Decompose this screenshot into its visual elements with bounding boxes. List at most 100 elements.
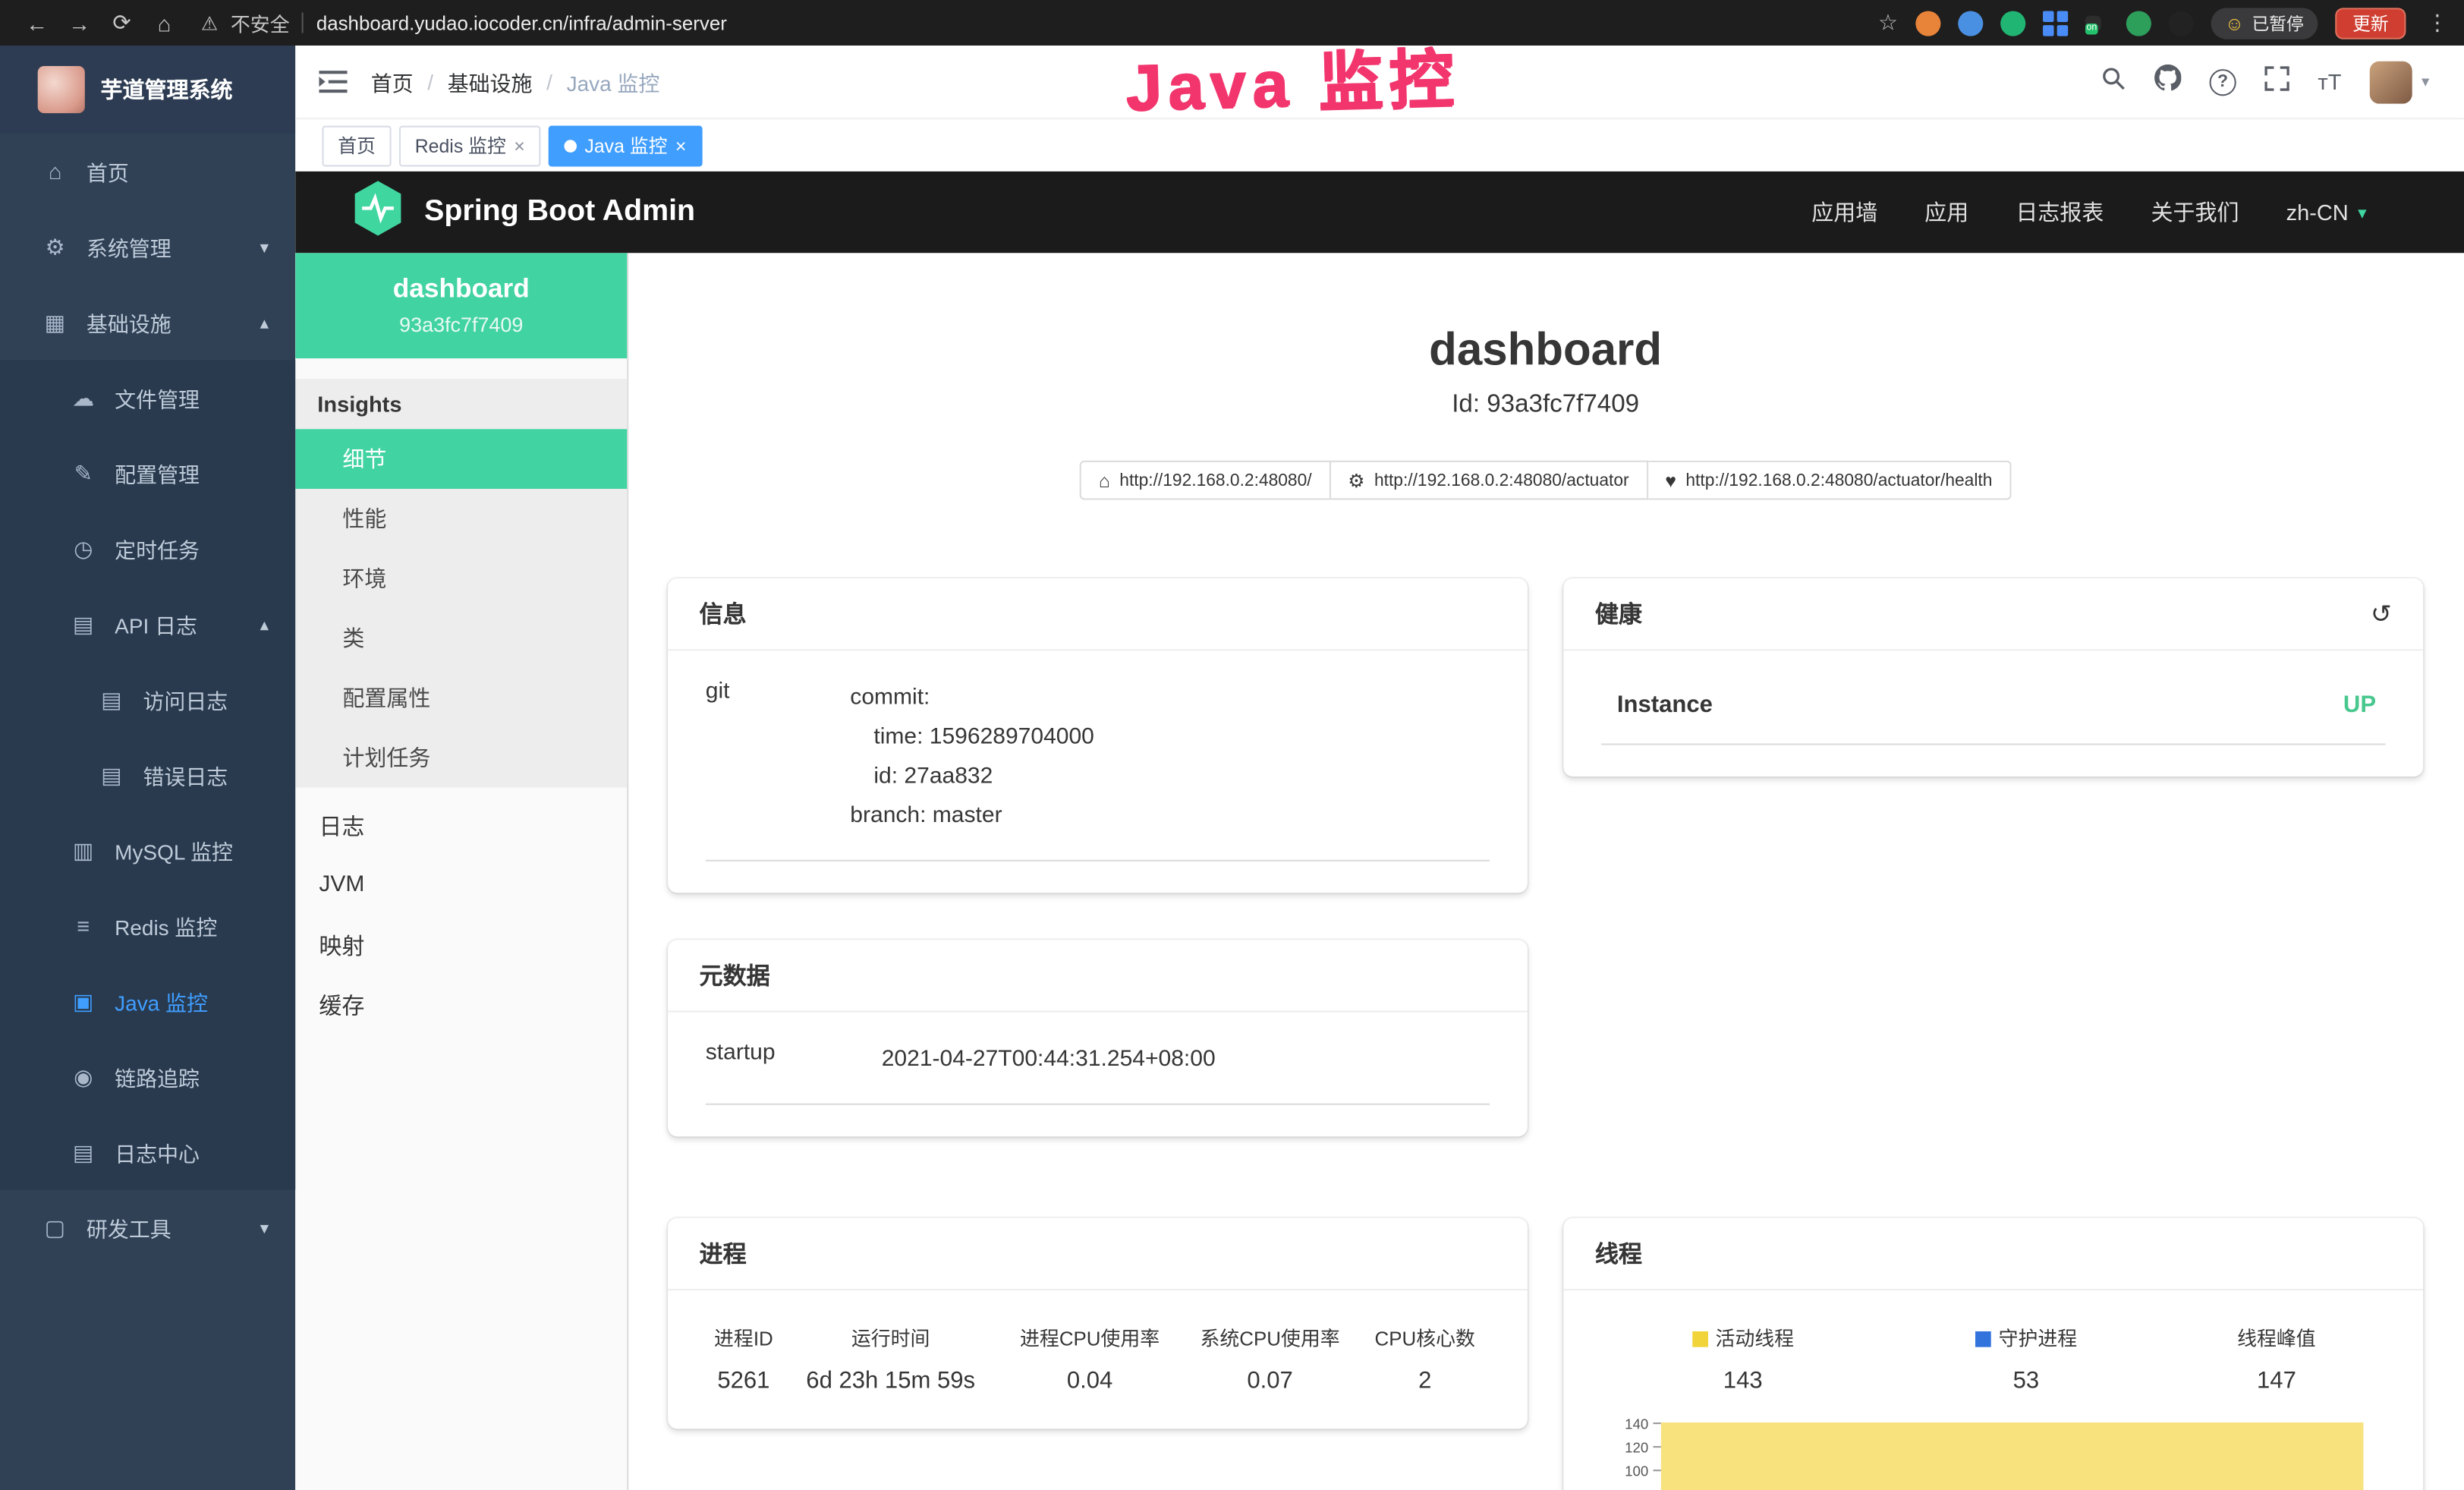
breadcrumb-infrastructure[interactable]: 基础设施 — [448, 66, 533, 97]
sba-item-jvm[interactable]: JVM — [295, 855, 627, 915]
github-icon[interactable] — [2154, 65, 2181, 99]
col-pid: 进程ID — [706, 1319, 782, 1368]
bookmark-star-icon[interactable]: ☆ — [1878, 9, 1898, 36]
sidebar-item-label: 访问日志 — [143, 684, 228, 715]
close-icon[interactable]: × — [514, 134, 525, 156]
threads-value-row: 143 53 147 — [1601, 1368, 2385, 1397]
extension-icon[interactable] — [1915, 10, 1940, 35]
metadata-card-title: 元数据 — [700, 959, 770, 992]
sidebar-item-home[interactable]: ⌂ 首页 — [0, 134, 295, 209]
breadcrumb-home[interactable]: 首页 — [371, 66, 414, 97]
git-label: git — [706, 679, 851, 836]
service-url-button[interactable]: ⌂ http://192.168.0.2:48080/ — [1080, 461, 1330, 500]
close-icon[interactable]: × — [675, 134, 687, 156]
sba-item-caches[interactable]: 缓存 — [295, 975, 627, 1035]
chart-y-axis: 140 120 100 — [1601, 1412, 1661, 1490]
search-icon[interactable] — [2101, 65, 2126, 98]
sba-item-mappings[interactable]: 映射 — [295, 915, 627, 975]
extension-icon[interactable] — [2126, 10, 2151, 35]
chevron-down-icon: ▾ — [260, 237, 269, 257]
sba-brand[interactable]: Spring Boot Admin — [352, 178, 695, 246]
font-size-icon[interactable]: тT — [2318, 69, 2341, 94]
sidebar-item-java-monitor[interactable]: ▣ Java 监控 — [0, 963, 295, 1038]
home-icon[interactable]: ⌂ — [143, 10, 185, 35]
page-title: dashboard — [668, 326, 2423, 378]
sba-nav-about[interactable]: 关于我们 — [2151, 197, 2239, 228]
extension-icon[interactable] — [2000, 10, 2025, 35]
browser-update-button[interactable]: 更新 — [2335, 7, 2406, 38]
sidebar-item-label: 文件管理 — [115, 382, 200, 413]
extension-icon[interactable] — [1958, 10, 1983, 35]
fullscreen-icon[interactable] — [2264, 65, 2289, 98]
process-table: 进程ID 运行时间 进程CPU使用率 系统CPU使用率 CPU核心数 5261 — [706, 1319, 1490, 1398]
sidebar-item-log-center[interactable]: ▤ 日志中心 — [0, 1114, 295, 1189]
health-url: http://192.168.0.2:48080/actuator/health — [1685, 471, 1992, 490]
legend-swatch-blue — [1975, 1332, 1991, 1348]
sidebar-item-trace[interactable]: ◉ 链路追踪 — [0, 1039, 295, 1114]
app-logo[interactable]: 芋道管理系统 — [0, 46, 295, 134]
security-label[interactable]: 不安全 — [231, 8, 290, 37]
header-actions: ? тT ▾ — [2101, 61, 2464, 103]
sba-root-items: 日志 JVM 映射 缓存 — [295, 795, 627, 1035]
sba-nav-journal[interactable]: 日志报表 — [2016, 197, 2104, 228]
url-text[interactable]: dashboard.yudao.iocoder.cn/infra/admin-s… — [316, 12, 727, 34]
sidebar-item-dev-tools[interactable]: ▢ 研发工具 ▾ — [0, 1190, 295, 1265]
sidebar-item-file-management[interactable]: ☁ 文件管理 — [0, 360, 295, 435]
tag-java-monitor[interactable]: Java 监控 × — [549, 125, 702, 166]
avatar[interactable] — [2370, 61, 2412, 103]
extension-icon[interactable]: on — [2085, 15, 2101, 31]
val-live-threads: 143 — [1601, 1368, 1884, 1397]
database-icon: ▥ — [71, 837, 96, 864]
extension-icon[interactable] — [2042, 10, 2067, 35]
sidebar-item-api-log[interactable]: ▤ API 日志 ▴ — [0, 586, 295, 661]
sidebar-item-access-log[interactable]: ▤ 访问日志 — [0, 662, 295, 737]
process-header-row: 进程ID 运行时间 进程CPU使用率 系统CPU使用率 CPU核心数 — [706, 1319, 1490, 1368]
sidebar-item-error-log[interactable]: ▤ 错误日志 — [0, 737, 295, 812]
cards-col-left-2: 进程 进程ID 运行时间 进程CPU使用率 系统CPU使用率 — [668, 1219, 1528, 1429]
sba-nav-applications[interactable]: 应用 — [1924, 197, 1968, 228]
sidebar-item-mysql-monitor[interactable]: ▥ MySQL 监控 — [0, 813, 295, 888]
toolbox-icon: ▢ — [42, 1214, 68, 1241]
forward-icon[interactable]: → — [58, 10, 101, 35]
actuator-url-button[interactable]: ⚙ http://192.168.0.2:48080/actuator — [1330, 461, 1647, 500]
heart-icon: ♥ — [1665, 470, 1676, 492]
sba-item-config-props[interactable]: 配置属性 — [295, 668, 627, 728]
tag-redis-monitor[interactable]: Redis 监控 × — [399, 125, 540, 166]
health-card: 健康 ↺ Instance UP — [1563, 579, 2423, 777]
instance-block[interactable]: dashboard 93a3fc7f7409 — [295, 253, 627, 358]
sidebar-item-label: 基础设施 — [87, 307, 172, 338]
sba-item-logs[interactable]: 日志 — [295, 795, 627, 855]
sidebar-item-config-management[interactable]: ✎ 配置管理 — [0, 436, 295, 511]
sidebar-item-scheduled-tasks[interactable]: ◷ 定时任务 — [0, 511, 295, 586]
user-menu[interactable]: ▾ — [2370, 61, 2430, 103]
browser-menu-icon[interactable]: ⋮ — [2426, 9, 2448, 36]
extension-icon[interactable] — [2168, 10, 2193, 35]
sidebar-item-label: 研发工具 — [87, 1212, 172, 1243]
sidebar-item-label: 首页 — [87, 156, 129, 187]
sidebar-item-redis-monitor[interactable]: ≡ Redis 监控 — [0, 888, 295, 963]
sba-item-metrics[interactable]: 性能 — [295, 489, 627, 549]
tag-label: 首页 — [338, 132, 376, 159]
tag-home[interactable]: 首页 — [323, 125, 392, 166]
sba-item-classes[interactable]: 类 — [295, 608, 627, 668]
chevron-down-icon: ▾ — [2358, 202, 2366, 222]
sidebar-item-system-management[interactable]: ⚙ 系统管理 ▾ — [0, 209, 295, 284]
refresh-icon[interactable]: ⟳ — [101, 9, 143, 36]
sba-item-details[interactable]: 细节 — [295, 429, 627, 489]
help-icon[interactable]: ? — [2210, 68, 2236, 95]
sidebar-item-infrastructure[interactable]: ▦ 基础设施 ▴ — [0, 285, 295, 360]
eye-icon: ◉ — [71, 1063, 96, 1090]
address-bar[interactable]: ⚠ 不安全 dashboard.yudao.iocoder.cn/infra/a… — [201, 8, 727, 37]
language-selector[interactable]: zh-CN ▾ — [2286, 200, 2367, 225]
sba-nav-wallboard[interactable]: 应用墙 — [1811, 197, 1877, 228]
back-icon[interactable]: ← — [16, 10, 58, 35]
hamburger-icon[interactable] — [295, 69, 370, 94]
info-card: 信息 git commit: time: 1596289704000 id: 2 — [668, 579, 1528, 893]
breadcrumb-separator: / — [546, 70, 552, 93]
sba-item-environment[interactable]: 环境 — [295, 549, 627, 609]
health-url-button[interactable]: ♥ http://192.168.0.2:48080/actuator/heal… — [1647, 461, 2011, 500]
history-icon[interactable]: ↺ — [2371, 599, 2392, 630]
sba-item-scheduled-tasks[interactable]: 计划任务 — [295, 728, 627, 788]
browser-actions: ☆ on ☺ 已暂停 更新 ⋮ — [1878, 7, 2448, 38]
paused-badge[interactable]: ☺ 已暂停 — [2211, 7, 2318, 38]
